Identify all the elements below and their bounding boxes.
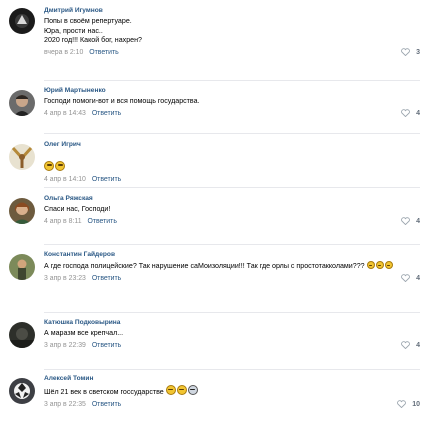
comment-date[interactable]: 3 апр в 23:23 [44,275,86,282]
emoji-face-icon [375,261,384,269]
like-button[interactable]: 4 [401,341,420,350]
comment-meta: 3 апр в 23:23 Ответить 4 [44,274,420,283]
like-button[interactable]: 10 [397,400,420,409]
like-count: 10 [412,400,420,408]
comment-text-content: Шёл 21 век в светском госсударстве [44,388,164,396]
comment-text [44,151,420,173]
comments-feed: Дмитрий Игумнов Попы в своём репертуаре.… [0,0,438,422]
avatar[interactable] [9,254,35,280]
emoji-face-icon [366,261,375,269]
comment-text: Шёл 21 век в светском госсударстве [44,385,420,398]
comment-text: Спаси нас, Господи! [44,205,111,213]
emoji-face-icon [55,160,65,171]
comment-date[interactable]: 3 апр в 22:35 [44,401,86,408]
comment-author[interactable]: Ольга Ряжская [44,194,420,203]
like-count: 4 [416,274,420,282]
comment-date[interactable]: 3 апр в 22:39 [44,342,86,349]
divider [44,80,420,81]
comment-text: А где господа полицейские? Так нарушение… [44,261,420,272]
avatar[interactable] [9,198,35,224]
divider [44,133,420,134]
reply-link[interactable]: Ответить [89,49,118,56]
like-count: 3 [416,48,420,56]
comment-text: Попы в своём репертуаре. Юра, прости нас… [44,17,142,45]
reply-link[interactable]: Ответить [92,342,121,349]
like-button[interactable]: 4 [401,109,420,118]
avatar[interactable] [9,90,35,116]
emoji-face-icon [384,261,393,269]
comment-meta: 4 апр в 14:43 Ответить 4 [44,109,420,118]
comment-date[interactable]: 4 апр в 8:11 [44,218,82,225]
comment-author[interactable]: Юрий Мартыненко [44,86,420,95]
emoji-face-icon [165,385,176,395]
comment-meta: 3 апр в 22:39 Ответить 4 [44,341,420,350]
emoji-face-icon [44,160,54,171]
comment-date[interactable]: вчера в 2:10 [44,49,83,56]
heart-icon [401,109,410,118]
like-count: 4 [416,341,420,349]
comment-date[interactable]: 4 апр в 14:10 [44,176,86,183]
emoji-face-icon [176,385,187,395]
divider [44,244,420,245]
comment-meta: 4 апр в 14:10 Ответить [44,175,420,184]
avatar[interactable] [9,322,35,348]
avatar[interactable] [9,8,35,34]
comment-author[interactable]: Дмитрий Игумнов [44,6,420,15]
reply-link[interactable]: Ответить [92,401,121,408]
emoji-sunglasses-icon [187,385,198,395]
comment-meta: 3 апр в 22:35 Ответить 10 [44,400,420,409]
comment-text: А маразм все крепчал... [44,329,124,337]
comment-date[interactable]: 4 апр в 14:43 [44,110,86,117]
comment-author[interactable]: Катюшка Подковырина [44,318,420,327]
divider [44,187,420,188]
like-count: 4 [416,217,420,225]
comment-author[interactable]: Алексей Томин [44,374,420,383]
like-button[interactable]: 3 [401,48,420,57]
reply-link[interactable]: Ответить [92,275,121,282]
divider [44,312,420,313]
like-button[interactable]: 4 [401,217,420,226]
heart-icon [401,341,410,350]
heart-icon [397,400,407,409]
comment-author[interactable]: Константин Гайдеров [44,250,420,259]
heart-icon [401,217,410,226]
comment-text-content: А где господа полицейские? Так нарушение… [44,262,365,270]
comment-meta: 4 апр в 8:11 Ответить 4 [44,217,420,226]
reply-link[interactable]: Ответить [92,110,121,117]
heart-icon [401,274,410,283]
like-button[interactable]: 4 [401,274,420,283]
comment-author[interactable]: Олег Игрич [44,140,420,149]
comment-meta: вчера в 2:10 Ответить 3 [44,48,420,57]
avatar[interactable] [9,144,35,170]
reply-link[interactable]: Ответить [92,176,121,183]
comment-text: Господи помоги-вот и вся помощь государс… [44,97,200,105]
reply-link[interactable]: Ответить [87,218,116,225]
avatar[interactable] [9,378,35,404]
divider [44,369,420,370]
heart-icon [401,48,410,57]
like-count: 4 [416,109,420,117]
